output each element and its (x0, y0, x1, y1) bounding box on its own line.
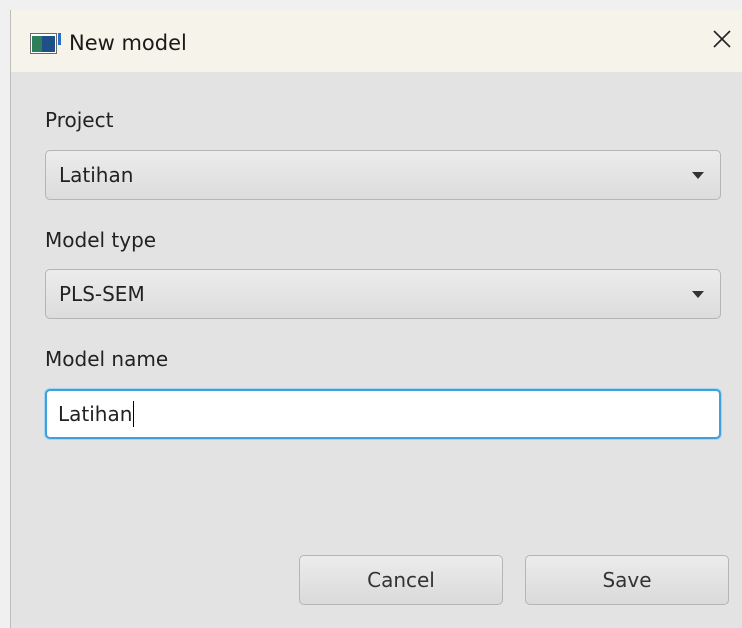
close-button[interactable] (702, 18, 742, 64)
model-name-value: Latihan (58, 402, 133, 426)
model-type-dropdown[interactable]: PLS-SEM (45, 269, 721, 319)
save-button[interactable]: Save (525, 555, 729, 605)
project-selected-value: Latihan (59, 163, 134, 187)
model-type-label: Model type (45, 228, 157, 252)
text-caret (133, 401, 135, 427)
model-type-selected-value: PLS-SEM (59, 282, 145, 306)
project-dropdown[interactable]: Latihan (45, 150, 721, 200)
close-icon (713, 30, 731, 52)
project-label: Project (45, 108, 114, 132)
model-name-input[interactable]: Latihan (45, 389, 721, 439)
model-name-label: Model name (45, 347, 169, 371)
new-model-dialog: New model Project Latihan Model type PLS… (10, 10, 742, 628)
title-bar: New model (11, 10, 742, 72)
dialog-title: New model (69, 31, 187, 55)
app-window-icon (30, 33, 63, 54)
cancel-button[interactable]: Cancel (299, 555, 503, 605)
chevron-down-icon (692, 291, 704, 298)
chevron-down-icon (692, 172, 704, 179)
